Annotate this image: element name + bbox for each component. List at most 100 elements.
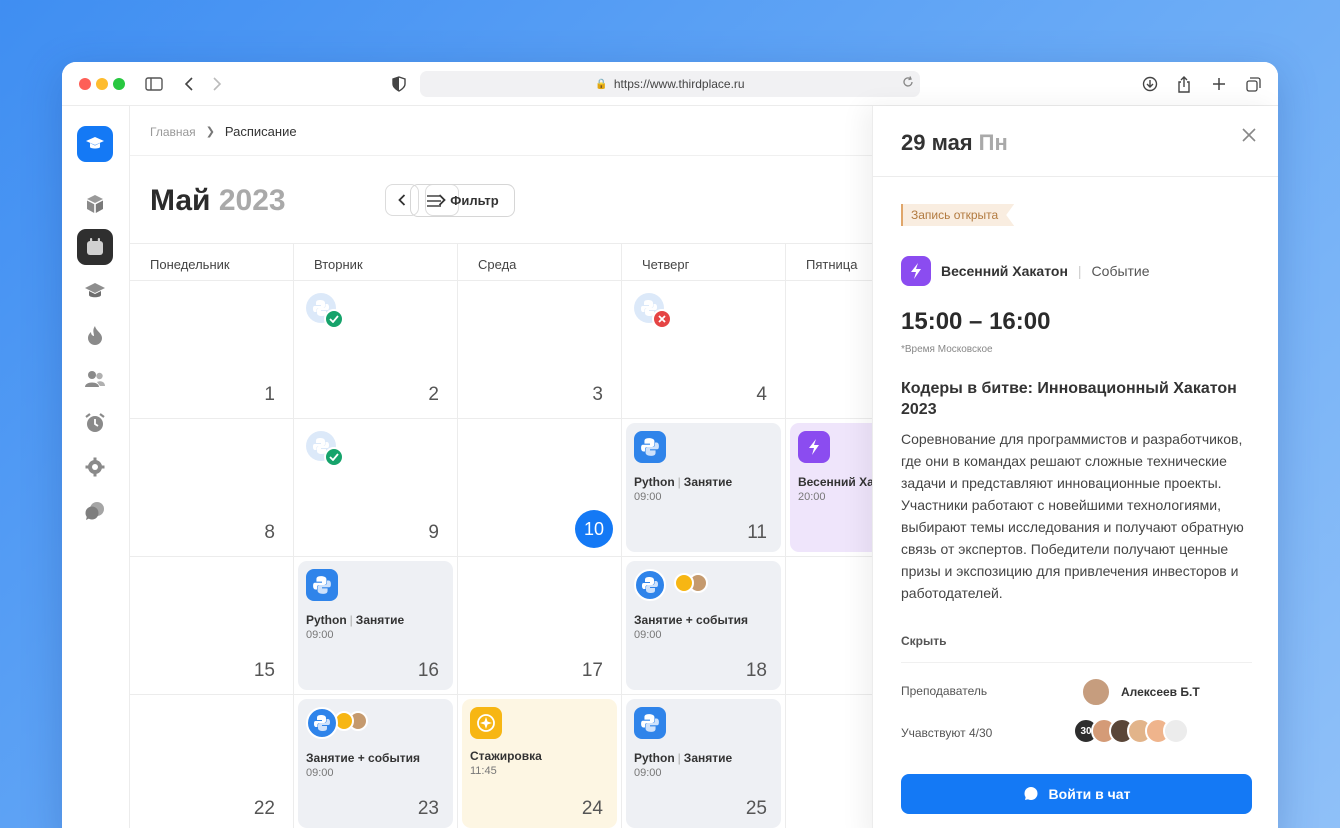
today-marker: 10 — [575, 510, 613, 548]
calendar-week: 15 Python | Занятие 09:00 16 17 Занятие … — [130, 557, 872, 695]
calendar-icon — [87, 238, 103, 255]
forward-icon[interactable] — [205, 72, 229, 96]
event-title: Занятие + события — [634, 613, 748, 627]
separator: | — [1077, 263, 1082, 279]
event-title: Весенний Хакатон — [798, 475, 872, 489]
event-card[interactable]: Весенний Хакатон 20:00 — [790, 423, 872, 552]
day-cell[interactable]: 10 — [458, 419, 622, 556]
hide-description-link[interactable]: Скрыть — [901, 634, 947, 648]
reload-icon[interactable] — [902, 76, 914, 91]
day-cell[interactable] — [786, 281, 872, 418]
weekday-wednesday: Среда — [458, 244, 622, 280]
day-cell[interactable]: Занятие + события 09:00 23 — [294, 695, 458, 828]
sidebar-item-settings[interactable] — [77, 449, 113, 485]
day-cell[interactable]: 17 — [458, 557, 622, 694]
sidebar-item-chat[interactable] — [77, 493, 113, 529]
divider — [130, 155, 872, 156]
chat-bubble-icon — [1024, 787, 1038, 800]
day-cell[interactable]: 9 — [294, 419, 458, 556]
teacher-info[interactable]: Алексеев Б.Т — [1081, 677, 1200, 707]
day-number: 4 — [756, 384, 767, 405]
event-card[interactable]: Занятие + события 09:00 23 — [298, 699, 453, 828]
sidebar-item-courses[interactable] — [77, 186, 113, 222]
day-cell[interactable]: Весенний Хакатон 20:00 — [786, 419, 872, 556]
day-cell[interactable]: 4 — [622, 281, 786, 418]
event-card[interactable]: Python | Занятие 09:00 11 — [626, 423, 781, 552]
participants-label: Учавствуют 4/30 — [901, 726, 993, 740]
event-name: Весенний Хакатон — [941, 263, 1068, 279]
day-number: 8 — [264, 522, 275, 543]
day-cell[interactable]: 3 — [458, 281, 622, 418]
day-cell[interactable]: 1 — [130, 281, 294, 418]
day-number: 25 — [745, 798, 767, 819]
day-cell[interactable] — [786, 695, 872, 828]
breadcrumb-home-link[interactable]: Главная — [150, 125, 196, 139]
tabs-overview-icon[interactable] — [1241, 72, 1265, 96]
check-icon — [324, 309, 344, 329]
back-icon[interactable] — [177, 72, 201, 96]
share-icon[interactable] — [1172, 72, 1196, 96]
maximize-window-button[interactable] — [113, 78, 125, 90]
day-cell[interactable]: 15 — [130, 557, 294, 694]
event-card[interactable]: Python | Занятие 09:00 25 — [626, 699, 781, 828]
event-header: Весенний Хакатон | Событие — [901, 256, 1150, 286]
day-cell[interactable]: 8 — [130, 419, 294, 556]
event-card[interactable]: Python | Занятие 09:00 16 — [298, 561, 453, 690]
event-title: Python | Занятие — [634, 751, 733, 765]
event-time: 09:00 — [306, 767, 334, 779]
download-icon[interactable] — [1138, 72, 1162, 96]
cube-icon — [87, 195, 103, 213]
close-panel-button[interactable] — [1240, 126, 1258, 144]
panel-day: 29 мая — [901, 130, 973, 155]
divider — [901, 662, 1252, 663]
star-icon — [674, 573, 694, 593]
event-card[interactable]: Стажировка 11:45 24 — [462, 699, 617, 828]
month-name: Май — [150, 184, 211, 217]
day-cell[interactable]: Python | Занятие 09:00 16 — [294, 557, 458, 694]
event-detail-panel: 29 мая Пн Запись открыта Весенний Хакатон… — [872, 106, 1278, 828]
sidebar-item-streak[interactable] — [77, 317, 113, 353]
join-chat-button[interactable]: Войти в чат — [901, 774, 1252, 814]
close-icon — [652, 309, 672, 329]
privacy-shield-icon[interactable] — [387, 72, 411, 96]
menu-lines-icon — [427, 194, 442, 207]
close-window-button[interactable] — [79, 78, 91, 90]
event-time: 09:00 — [634, 491, 662, 503]
address-bar[interactable]: 🔒 https://www.thirdplace.ru — [420, 71, 920, 97]
weekday-monday: Понедельник — [130, 244, 294, 280]
day-number: 9 — [428, 522, 439, 543]
gear-icon — [85, 457, 105, 477]
sidebar-item-schedule[interactable] — [77, 229, 113, 265]
sidebar-item-reminders[interactable] — [77, 405, 113, 441]
chat-bubbles-icon — [85, 502, 104, 520]
sidebar-item-users[interactable] — [77, 361, 113, 397]
day-cell[interactable]: Python | Занятие 09:00 25 — [622, 695, 786, 828]
weekday-friday: Пятница — [786, 244, 872, 280]
sidebar-toggle-icon[interactable] — [142, 72, 166, 96]
participants-avatars[interactable]: 30 — [1073, 718, 1189, 744]
breadcrumb: Главная ❯ Расписание — [150, 124, 297, 139]
event-title: Занятие + события — [306, 751, 420, 765]
new-tab-icon[interactable] — [1207, 72, 1231, 96]
calendar-week: 22 Занятие + события 09:00 23 Стажировка… — [130, 695, 872, 828]
minimize-window-button[interactable] — [96, 78, 108, 90]
panel-weekday: Пн — [978, 130, 1008, 155]
day-cell[interactable]: Python | Занятие 09:00 11 — [622, 419, 786, 556]
day-cell[interactable]: 2 — [294, 281, 458, 418]
app-logo[interactable] — [77, 126, 113, 162]
day-cell[interactable]: 22 — [130, 695, 294, 828]
python-icon — [634, 707, 666, 739]
day-cell[interactable]: Занятие + события 09:00 18 — [622, 557, 786, 694]
users-icon — [85, 371, 105, 387]
page-title: Май 2023 — [150, 184, 286, 218]
filter-button[interactable]: Фильтр — [410, 184, 515, 217]
check-icon — [324, 447, 344, 467]
timezone-note: *Время Московское — [901, 344, 993, 355]
python-icon — [634, 431, 666, 463]
sidebar-item-education[interactable] — [77, 273, 113, 309]
calendar-week: 1 2 3 4 — [130, 281, 872, 419]
day-cell[interactable]: Стажировка 11:45 24 — [458, 695, 622, 828]
event-card[interactable]: Занятие + события 09:00 18 — [626, 561, 781, 690]
graduation-cap-icon — [85, 283, 105, 298]
day-cell[interactable] — [786, 557, 872, 694]
